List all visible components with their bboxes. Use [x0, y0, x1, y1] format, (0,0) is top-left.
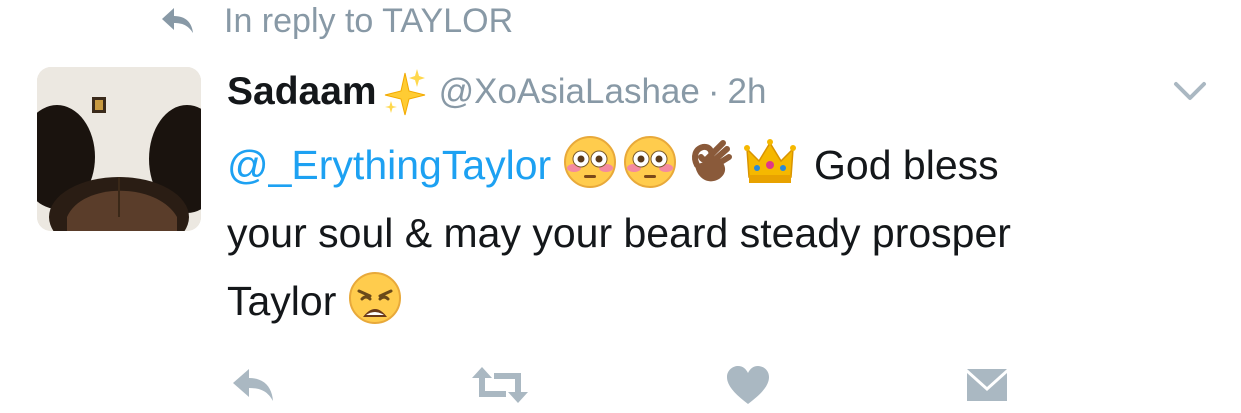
avatar[interactable]: [37, 67, 201, 231]
tweet-text-part-3: Taylor: [227, 278, 337, 324]
like-button[interactable]: [723, 362, 773, 408]
direct-message-icon: [967, 369, 1007, 401]
author-name[interactable]: Sadaam: [227, 70, 377, 114]
retweet-button[interactable]: [470, 362, 530, 408]
reply-button[interactable]: [228, 362, 278, 408]
like-icon: [727, 366, 769, 404]
mention-link[interactable]: @_ErythingTaylor: [227, 142, 551, 188]
ok-hand-icon: [683, 135, 737, 189]
reply-icon: [233, 369, 273, 401]
crown-icon: [743, 135, 797, 189]
retweet-icon: [472, 367, 528, 403]
chevron-down-icon[interactable]: [1172, 76, 1208, 104]
tweet-text-part-2: your soul & may your beard steady prospe…: [227, 210, 1011, 256]
flushed-face-icon: [623, 135, 677, 189]
separator-dot: ·: [707, 72, 720, 111]
sparkles-icon: [384, 69, 425, 116]
direct-message-button[interactable]: [962, 362, 1012, 408]
tweet-text: @_ErythingTaylor God bless your soul & m…: [227, 131, 1227, 335]
tweet-header: Sadaam @XoAsiaLashae · 2h: [227, 62, 766, 122]
tweet-actions: [0, 362, 1241, 413]
reply-context-label: In reply to TAYLOR: [224, 1, 514, 40]
tweet-text-part-1: God bless: [814, 142, 999, 188]
reply-arrow-icon: [162, 8, 193, 33]
weary-face-icon: [348, 271, 402, 325]
author-handle[interactable]: @XoAsiaLashae: [439, 72, 700, 112]
timestamp[interactable]: 2h: [728, 72, 767, 112]
flushed-face-icon: [563, 135, 617, 189]
reply-context[interactable]: In reply to TAYLOR: [160, 0, 513, 42]
